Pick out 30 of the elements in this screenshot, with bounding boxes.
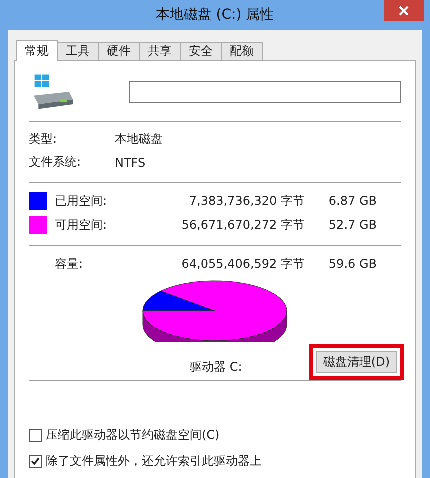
checkbox-label: 压缩此驱动器以节约磁盘空间(C) <box>46 427 220 444</box>
byte-count: 64,055,406,592 字节 <box>180 256 305 272</box>
capacity-label: 容量: <box>55 256 84 272</box>
drive-label: 驱动器 C: <box>190 358 242 376</box>
disk-cleanup-button[interactable]: 磁盘清理(D) <box>316 351 397 373</box>
space-label: 已用空间: <box>55 192 108 210</box>
drive-name-field[interactable] <box>129 81 401 103</box>
tab[interactable]: 共享 <box>139 42 181 60</box>
property-label: 文件系统: <box>29 154 82 171</box>
tab[interactable]: 工具 <box>57 42 99 60</box>
property-value: 本地磁盘 <box>115 131 163 148</box>
window-title: 本地磁盘 (C:) 属性 <box>156 6 274 24</box>
size-value: 6.87 GB <box>328 194 377 208</box>
checkbox[interactable] <box>29 429 42 442</box>
size-value: 59.6 GB <box>328 257 377 271</box>
size-value: 52.7 GB <box>328 218 377 232</box>
property-label: 类型: <box>29 131 58 148</box>
tab[interactable]: 配额 <box>221 42 263 60</box>
tab[interactable]: 安全 <box>180 42 222 60</box>
byte-count: 56,671,670,272 字节 <box>180 216 305 234</box>
byte-count: 7,383,736,320 字节 <box>188 192 305 210</box>
checkbox-label: 除了文件属性外，还允许索引此驱动器上 <box>46 453 262 470</box>
property-value: NTFS <box>115 156 146 170</box>
tab[interactable]: 常规 <box>16 40 58 61</box>
tab[interactable]: 硬件 <box>98 42 140 60</box>
drive-icon <box>31 72 76 112</box>
space-label: 可用空间: <box>55 216 108 234</box>
close-icon <box>399 6 409 16</box>
close-button[interactable] <box>384 0 424 21</box>
checkbox[interactable] <box>29 455 42 468</box>
